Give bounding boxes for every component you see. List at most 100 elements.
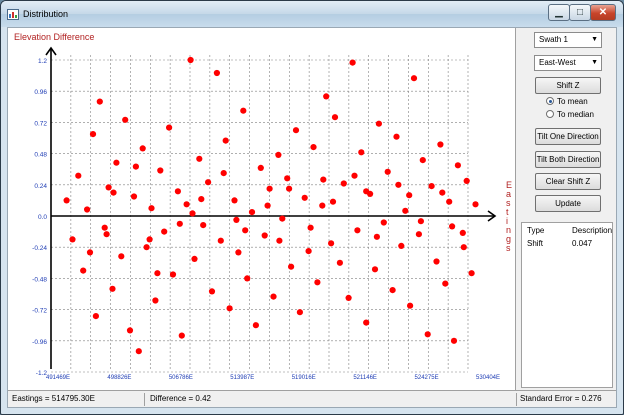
tilt-one-direction-button[interactable]: Tilt One Direction xyxy=(535,128,601,145)
data-point xyxy=(69,236,76,243)
radio-to-median-label: To median xyxy=(557,110,594,119)
data-point xyxy=(233,216,240,223)
data-point xyxy=(105,184,112,191)
data-point xyxy=(176,220,183,227)
radio-to-mean-label: To mean xyxy=(557,97,588,106)
data-point xyxy=(231,197,238,204)
data-point xyxy=(101,224,108,231)
radio-dot-icon xyxy=(546,110,554,118)
data-point xyxy=(460,244,467,251)
data-point xyxy=(92,313,99,320)
data-point xyxy=(183,201,190,208)
x-axis-label: Eastings xyxy=(506,180,512,253)
data-point xyxy=(305,248,312,255)
data-point xyxy=(109,285,116,292)
x-tick-label: 498826E xyxy=(107,375,131,381)
x-tick-label: 491469E xyxy=(46,375,70,381)
shift-z-button[interactable]: Shift Z xyxy=(535,77,601,94)
data-point xyxy=(380,219,387,226)
close-icon: ✕ xyxy=(598,7,608,18)
data-point xyxy=(389,287,396,294)
swath-select-value: Swath 1 xyxy=(539,35,568,44)
data-point xyxy=(340,180,347,187)
data-point xyxy=(354,227,361,234)
data-point xyxy=(148,205,155,212)
data-point xyxy=(157,167,164,174)
data-point xyxy=(264,202,271,209)
data-point xyxy=(220,170,227,177)
minimize-button[interactable]: ▁ xyxy=(548,4,570,21)
chevron-down-icon: ▼ xyxy=(591,59,598,66)
data-point xyxy=(415,231,422,238)
data-point xyxy=(80,267,87,274)
data-point xyxy=(110,189,117,196)
y-tick-label: 0.96 xyxy=(34,89,47,96)
minimize-icon: ▁ xyxy=(555,7,563,18)
clear-shift-z-button[interactable]: Clear Shift Z xyxy=(535,173,601,190)
data-point xyxy=(276,237,283,244)
y-tick-label: -0.48 xyxy=(32,276,47,283)
data-point xyxy=(310,144,317,151)
data-point xyxy=(103,231,110,238)
x-tick-label: 519016E xyxy=(292,375,316,381)
data-point xyxy=(75,172,82,179)
distribution-window: Distribution ▁ □ ✕ 1.2 0.96 0.72 0.48 0.24 0.… xyxy=(0,0,624,415)
data-point xyxy=(198,196,205,203)
update-button[interactable]: Update xyxy=(535,195,601,212)
app-icon xyxy=(7,9,19,20)
status-difference: Difference = 0.42 xyxy=(150,394,212,403)
direction-select[interactable]: East-West ▼ xyxy=(534,55,602,71)
data-point xyxy=(320,176,327,183)
data-point xyxy=(363,188,370,195)
data-point xyxy=(261,232,268,239)
radio-to-mean[interactable]: To mean xyxy=(546,97,588,107)
table-row[interactable]: Shift 0.047 xyxy=(522,238,612,250)
tilt-both-direction-button[interactable]: Tilt Both Direction xyxy=(535,151,601,168)
data-point xyxy=(235,249,242,256)
data-point xyxy=(358,149,365,156)
data-point xyxy=(152,297,159,304)
data-point xyxy=(84,206,91,213)
status-separator xyxy=(144,393,145,406)
data-point xyxy=(187,56,194,64)
data-point xyxy=(217,237,224,244)
data-point xyxy=(446,198,453,205)
data-point xyxy=(454,162,461,169)
data-point xyxy=(191,255,198,262)
data-point xyxy=(384,168,391,175)
maximize-button[interactable]: □ xyxy=(569,4,591,21)
data-point xyxy=(314,279,321,286)
window-title: Distribution xyxy=(23,9,69,19)
data-point xyxy=(279,215,286,222)
status-eastings: Eastings = 514795.30E xyxy=(12,394,95,403)
data-point xyxy=(286,185,293,192)
column-header-type: Type xyxy=(527,226,545,235)
radio-to-median[interactable]: To median xyxy=(546,110,594,120)
control-panel: Swath 1 ▼ East-West ▼ Shift Z To mean To… xyxy=(517,28,616,390)
data-point xyxy=(122,116,129,123)
data-point xyxy=(244,275,251,282)
data-point xyxy=(196,155,203,162)
swath-select[interactable]: Swath 1 ▼ xyxy=(534,32,602,48)
x-tick-label: 506786E xyxy=(169,375,193,381)
data-point xyxy=(146,236,153,243)
data-point xyxy=(96,98,103,105)
x-tick-label: 524275E xyxy=(415,375,439,381)
status-separator xyxy=(516,393,517,406)
data-point xyxy=(375,120,382,127)
data-point xyxy=(126,327,134,334)
data-point xyxy=(118,253,125,260)
data-point xyxy=(174,188,181,195)
data-point xyxy=(363,319,370,326)
scatter-plot: 1.2 0.96 0.72 0.48 0.24 0.0 -0.24 -0.48 -0.72 -0.… xyxy=(14,32,512,381)
radio-dot-icon xyxy=(546,97,554,105)
data-point xyxy=(433,258,440,265)
maximize-icon: □ xyxy=(576,7,584,18)
data-point xyxy=(139,145,146,152)
title-bar[interactable]: Distribution ▁ □ ✕ xyxy=(1,1,623,27)
data-point xyxy=(450,337,458,344)
data-point xyxy=(395,181,402,188)
data-point xyxy=(292,127,300,134)
close-button[interactable]: ✕ xyxy=(590,4,616,21)
scatter-plot-area[interactable]: 1.2 0.96 0.72 0.48 0.24 0.0 -0.24 -0.48 -0.72 -0.… xyxy=(8,28,516,390)
